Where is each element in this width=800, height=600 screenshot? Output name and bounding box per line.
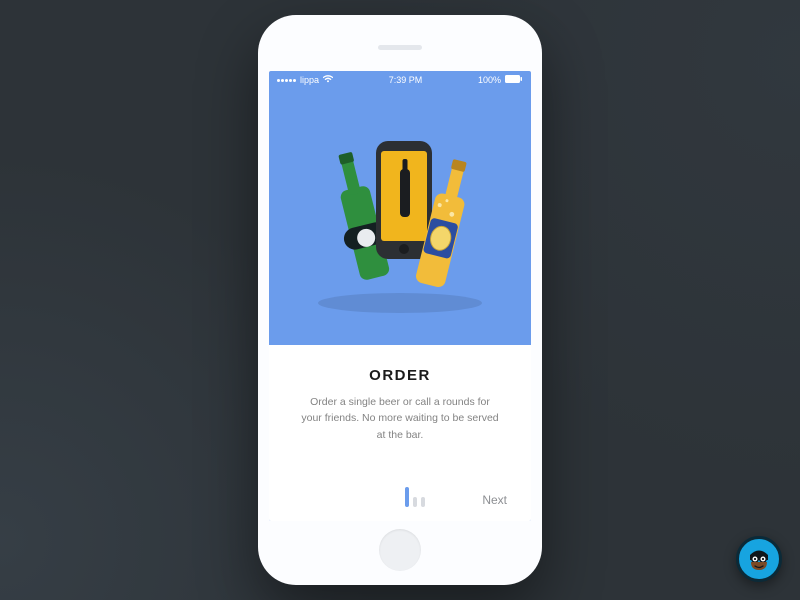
clock: 7:39 PM (389, 75, 423, 85)
battery-icon (505, 75, 523, 85)
home-button[interactable] (379, 529, 421, 571)
onboarding-title: ORDER (293, 367, 507, 384)
phone-frame: lippa 7:39 PM 100% (258, 15, 542, 585)
page-dot-1 (405, 487, 409, 507)
page-dot-3 (421, 497, 425, 507)
carrier-label: lippa (300, 75, 319, 85)
beer-phone-illustration (269, 89, 531, 345)
page-dot-2 (413, 497, 417, 507)
signal-dots-icon (277, 79, 296, 82)
status-bar: lippa 7:39 PM 100% (269, 71, 531, 89)
hero-illustration (269, 89, 531, 345)
onboarding-panel: ORDER Order a single beer or call a roun… (269, 345, 531, 521)
status-left: lippa (277, 75, 333, 85)
status-right: 100% (478, 75, 523, 85)
onboarding-body: Order a single beer or call a rounds for… (293, 394, 507, 443)
battery-label: 100% (478, 75, 501, 85)
screen: lippa 7:39 PM 100% (269, 71, 531, 521)
phone-speaker (378, 45, 422, 50)
page-indicator (405, 487, 425, 507)
creator-avatar[interactable] (736, 536, 782, 582)
avatar-face-icon (744, 544, 774, 574)
next-button[interactable]: Next (482, 493, 507, 507)
wifi-icon (323, 75, 333, 85)
onboarding-footer: Next (293, 477, 507, 507)
